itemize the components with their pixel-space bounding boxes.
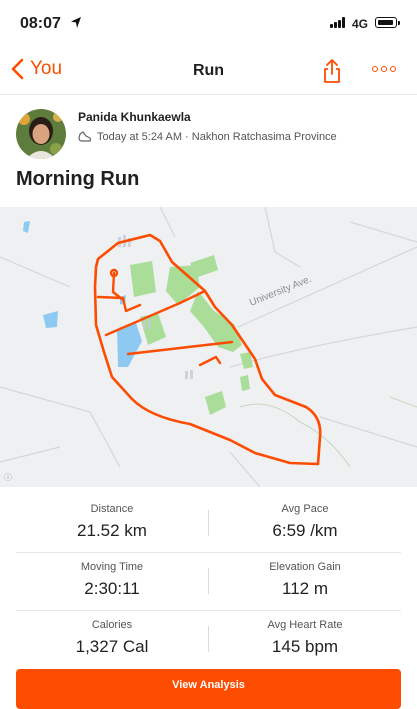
- activity-title: Morning Run: [16, 168, 140, 190]
- stat-label: Avg Heart Rate: [267, 619, 343, 631]
- share-icon[interactable]: [322, 58, 342, 84]
- network-type: 4G: [352, 17, 369, 31]
- activity-date-location: Today at 5:24 AM · Nakhon Ratchasima Pro…: [97, 131, 337, 143]
- stat-calories: Calories 1,327 Cal: [16, 619, 208, 657]
- stat-value: 1,327 Cal: [75, 637, 149, 656]
- page-title: Run: [192, 62, 225, 79]
- stat-avg-heart-rate: Avg Heart Rate 145 bpm: [209, 619, 401, 657]
- stat-label: Distance: [90, 503, 134, 515]
- avatar-image: [16, 109, 66, 159]
- map-canvas: University Ave.: [0, 207, 417, 487]
- stats-row: Distance 21.52 km Avg Pace 6:59 /km: [16, 495, 401, 553]
- stats-row: Moving Time 2:30:11 Elevation Gain 112 m: [16, 553, 401, 611]
- stat-moving-time: Moving Time 2:30:11: [16, 561, 208, 599]
- stat-label: Avg Pace: [281, 503, 329, 515]
- stat-value: 112 m: [282, 579, 328, 598]
- cellular-signal-icon: [330, 17, 348, 28]
- avatar[interactable]: [16, 109, 66, 159]
- road-label: University Ave.: [248, 274, 313, 309]
- stat-label: Elevation Gain: [269, 561, 341, 573]
- map-info-icon[interactable]: ⓘ: [4, 472, 12, 483]
- stat-label: Calories: [91, 619, 133, 631]
- view-analysis-button[interactable]: View Analysis: [16, 669, 401, 709]
- stat-value: 6:59 /km: [272, 521, 338, 540]
- location-arrow-icon: [71, 17, 81, 28]
- stat-value: 145 bpm: [271, 637, 339, 656]
- stats-grid: Distance 21.52 km Avg Pace 6:59 /km Movi…: [16, 495, 401, 668]
- stat-value: 2:30:11: [84, 579, 140, 598]
- more-options-icon[interactable]: [372, 66, 396, 72]
- nav-bar: You Run: [0, 48, 417, 95]
- stat-elevation-gain: Elevation Gain 112 m: [209, 561, 401, 599]
- stat-avg-pace: Avg Pace 6:59 /km: [209, 503, 401, 541]
- stat-distance: Distance 21.52 km: [16, 503, 208, 541]
- athlete-name[interactable]: Panida Khunkaewla: [78, 110, 191, 124]
- battery-icon: [375, 17, 400, 28]
- status-time: 08:07: [20, 15, 61, 32]
- status-bar: 08:07 4G: [0, 0, 417, 48]
- route-map[interactable]: University Ave. ⓘ: [0, 207, 417, 487]
- stat-value: 21.52 km: [77, 521, 147, 540]
- shoe-icon: [78, 131, 92, 142]
- stats-row: Calories 1,327 Cal Avg Heart Rate 145 bp…: [16, 611, 401, 668]
- activity-meta: Today at 5:24 AM · Nakhon Ratchasima Pro…: [78, 131, 337, 143]
- stat-label: Moving Time: [80, 561, 144, 573]
